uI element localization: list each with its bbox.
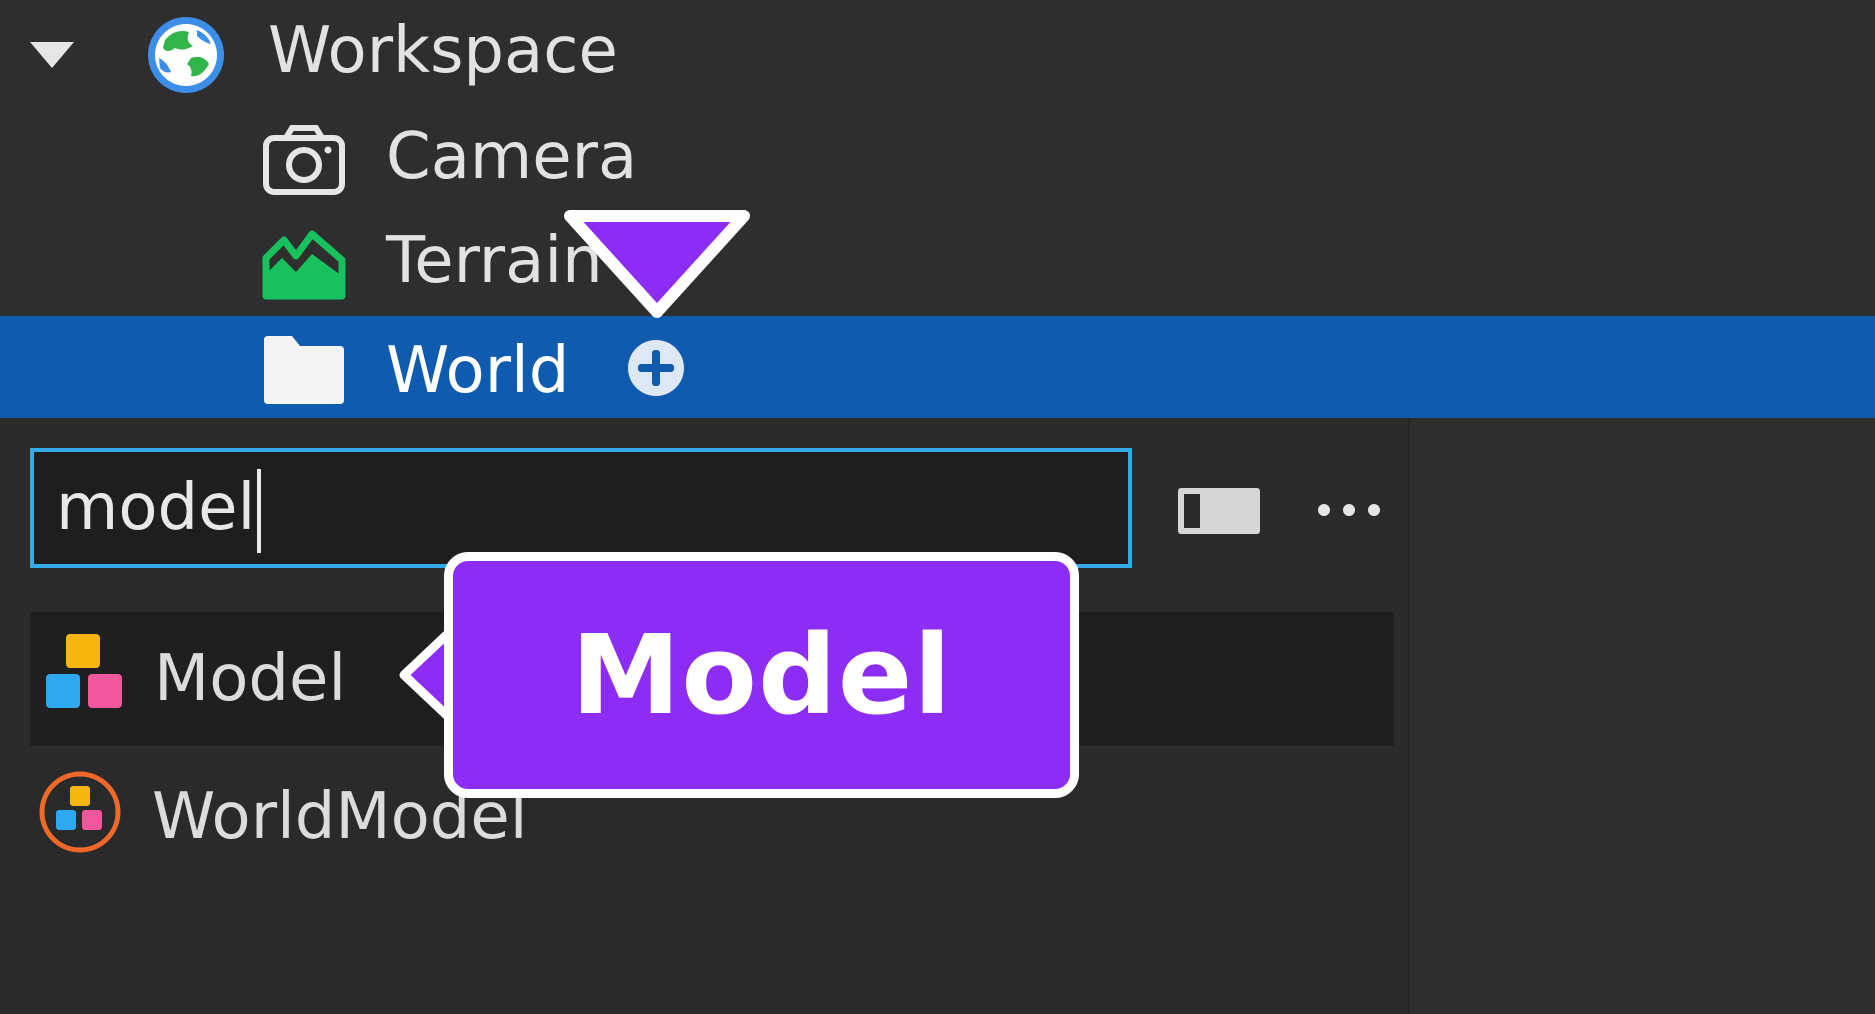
camera-icon (262, 122, 346, 200)
tree-label-camera: Camera (386, 120, 638, 194)
result-label-model: Model (154, 642, 347, 716)
terrain-icon (262, 228, 346, 304)
toggle-icon[interactable] (1176, 486, 1262, 540)
tree-row-terrain[interactable]: Terrain (0, 214, 1875, 316)
callout-label: Model (570, 611, 953, 739)
down-arrow-marker (560, 206, 754, 326)
model-icon (44, 632, 124, 716)
tree-row-workspace[interactable]: Workspace (0, 4, 1875, 106)
more-options-icon[interactable] (1316, 502, 1382, 522)
plus-circle-icon[interactable] (626, 338, 686, 402)
tree-label-world: World (386, 334, 570, 408)
worldmodel-icon (38, 770, 122, 858)
text-caret (257, 469, 262, 554)
callout-model: Model (444, 552, 1079, 798)
tree-row-camera[interactable]: Camera (0, 110, 1875, 212)
search-input-value: model (56, 471, 256, 545)
tree-label-workspace: Workspace (268, 14, 618, 88)
folder-icon (262, 334, 346, 410)
tree-row-world[interactable]: World (0, 316, 1875, 418)
chevron-down-icon[interactable] (28, 40, 76, 74)
globe-icon (145, 14, 227, 100)
search-input[interactable]: model (30, 448, 1132, 568)
